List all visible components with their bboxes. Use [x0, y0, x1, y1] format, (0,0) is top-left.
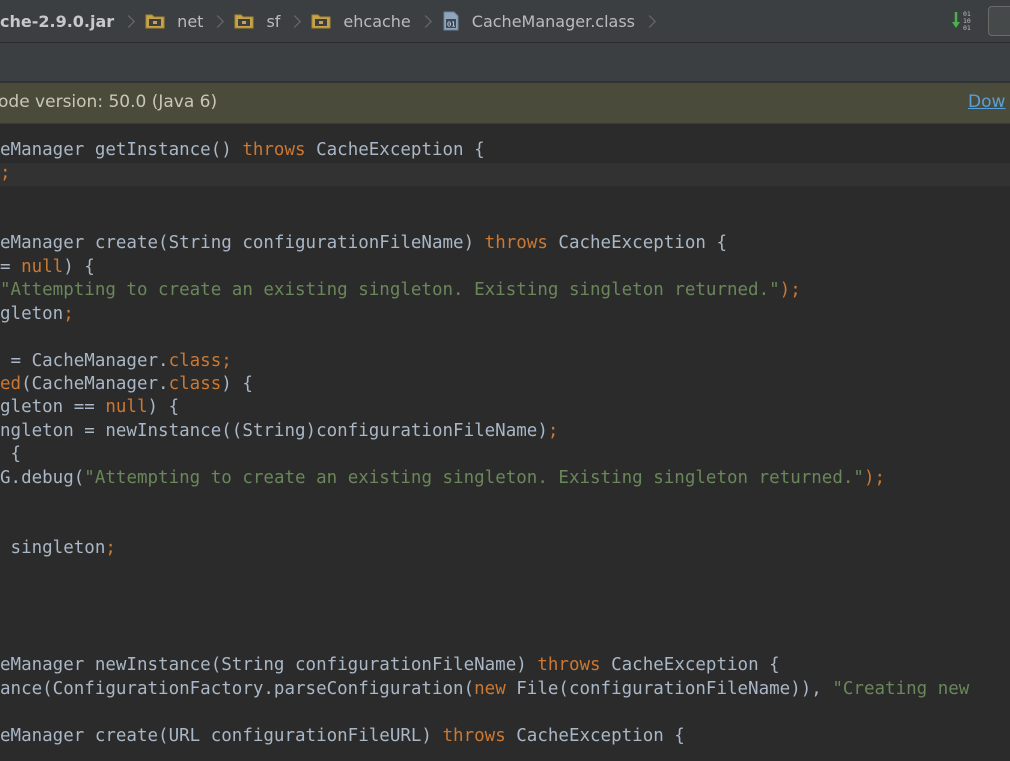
code-line: eManager create(String configurationFile…: [0, 232, 727, 255]
breadcrumb-item-net[interactable]: net: [145, 0, 207, 42]
code-token: eManager create(URL configurationFileURL…: [0, 725, 443, 746]
code-line: ngleton = newInstance((String)configurat…: [0, 420, 558, 443]
code-line: = CacheManager.class;: [0, 350, 232, 373]
bytecode-version-text: ode version: 50.0 (Java 6): [0, 92, 218, 112]
code-token: singleton: [0, 538, 106, 559]
breadcrumb-item-class-file[interactable]: 01 CacheManager.class: [442, 0, 639, 42]
chevron-right-icon: [211, 14, 225, 28]
keyword-token: ;: [0, 162, 11, 183]
code-line: {: [0, 443, 22, 466]
code-token: {: [0, 444, 22, 465]
breadcrumb-label: CacheManager.class: [471, 11, 636, 31]
code-token: ance(ConfigurationFactory.parseConfigura…: [0, 678, 475, 699]
code-line: ;: [0, 162, 11, 185]
window-restore-icon[interactable]: [988, 6, 1010, 36]
svg-text:01: 01: [963, 24, 971, 32]
code-token: CacheException {: [305, 139, 485, 160]
download-sources-link[interactable]: Dow: [968, 92, 1005, 112]
code-token: ) {: [221, 374, 253, 394]
code-token: gleton: [0, 303, 64, 324]
code-token: eManager newInstance(String configuratio…: [0, 655, 538, 676]
code-token: gleton ==: [0, 397, 106, 418]
keyword-token: class: [168, 374, 222, 394]
code-line: eManager newInstance(String configuratio…: [0, 654, 780, 677]
svg-text:01: 01: [447, 21, 455, 29]
keyword-token: class;: [168, 350, 232, 371]
code-line: = null) {: [0, 256, 95, 279]
chevron-right-icon: [122, 14, 136, 28]
keyword-token: throws: [484, 233, 548, 254]
breadcrumb-item-sf[interactable]: sf: [234, 0, 284, 42]
breadcrumb-item-ehcache[interactable]: ehcache: [311, 0, 414, 42]
string-token: "Attempting to create an existing single…: [84, 467, 864, 488]
keyword-token: throws: [242, 139, 306, 160]
code-line: eManager getInstance() throws CacheExcep…: [0, 139, 485, 162]
code-token: File(configurationFileName)),: [505, 678, 833, 699]
code-token: eManager getInstance(): [0, 139, 243, 160]
decompiler-banner: ode version: 50.0 (Java 6) Dow: [0, 83, 1010, 124]
code-line: G.debug("Attempting to create an existin…: [0, 467, 885, 490]
navbar-actions: 01 10 01: [952, 0, 1010, 42]
code-line: singleton;: [0, 537, 116, 560]
code-line: ed(CacheManager.class) {: [0, 373, 253, 396]
package-folder-icon: [145, 14, 165, 29]
string-token: "Creating new: [832, 678, 970, 699]
keyword-token: null: [105, 397, 148, 418]
breadcrumb-label: che-2.9.0.jar: [0, 11, 115, 31]
chevron-right-icon: [418, 14, 432, 28]
code-token: =: [0, 256, 22, 277]
code-token: G.debug(: [0, 467, 85, 488]
breadcrumb-item-jar[interactable]: che-2.9.0.jar: [0, 0, 118, 42]
code-token: ) {: [63, 256, 95, 277]
code-token: eManager create(String configurationFile…: [0, 233, 485, 254]
chevron-right-icon: [288, 14, 302, 28]
string-token: "Attempting to create an existing single…: [0, 280, 780, 301]
keyword-token: ;: [63, 303, 74, 324]
code-line: eManager create(URL configurationFileURL…: [0, 725, 685, 748]
keyword-token: new: [474, 678, 506, 699]
breadcrumb-label: ehcache: [343, 11, 411, 31]
keyword-token: throws: [442, 725, 506, 746]
keyword-token: );: [779, 280, 801, 301]
keyword-token: );: [863, 467, 886, 488]
code-token: CacheException {: [600, 655, 780, 676]
code-token: CacheException {: [547, 233, 727, 254]
chevron-right-icon: [643, 14, 656, 28]
keyword-token: throws: [537, 655, 601, 676]
code-line: gleton;: [0, 303, 74, 326]
breadcrumb-label: net: [177, 11, 204, 31]
code-editor[interactable]: eManager getInstance() throws CacheExcep…: [0, 124, 1010, 761]
editor-tab-strip: [0, 43, 1010, 83]
caret-line-highlight: [0, 163, 1010, 186]
breadcrumb-label: sf: [266, 11, 281, 31]
sort-numeric-icon[interactable]: 01 10 01: [952, 9, 974, 33]
package-folder-icon: [234, 14, 254, 29]
package-folder-icon: [311, 14, 331, 29]
code-token: = CacheManager.: [0, 350, 169, 371]
keyword-token: ;: [105, 538, 116, 559]
code-token: CacheException {: [505, 725, 685, 746]
code-line: ance(ConfigurationFactory.parseConfigura…: [0, 678, 969, 701]
navigation-bar: che-2.9.0.jar net sf ehcache 01 CacheMan…: [0, 0, 1010, 43]
code-token: ngleton = newInstance((String)configurat…: [0, 420, 548, 441]
keyword-token: ed: [0, 374, 22, 394]
code-token: ) {: [147, 397, 180, 418]
code-line: gleton == null) {: [0, 396, 179, 419]
code-line: "Attempting to create an existing single…: [0, 279, 801, 302]
keyword-token: ;: [547, 420, 559, 441]
keyword-token: null: [21, 256, 64, 277]
code-token: (CacheManager.: [21, 374, 169, 394]
class-file-icon: 01: [443, 11, 459, 31]
